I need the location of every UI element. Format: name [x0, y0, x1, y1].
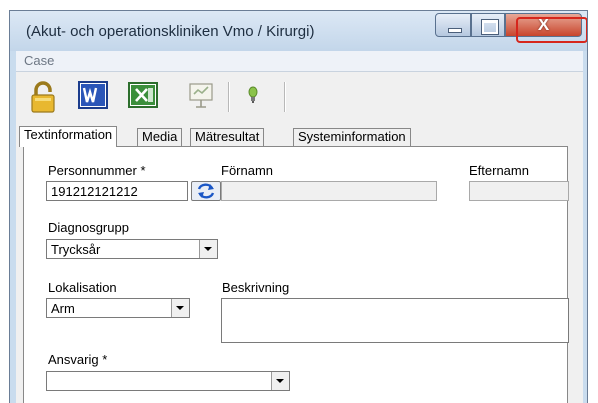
ansvarig-select[interactable]: [46, 371, 290, 391]
efternamn-label: Efternamn: [469, 163, 529, 178]
toolbar-separator: [284, 82, 286, 112]
lokalisation-label: Lokalisation: [48, 280, 117, 295]
tab-matresultat[interactable]: Mätresultat: [190, 128, 265, 146]
presentation-button[interactable]: [186, 80, 216, 112]
diagnosgrupp-select[interactable]: Trycksår: [46, 239, 218, 259]
personnummer-field[interactable]: 191212121212: [46, 181, 188, 201]
maximize-icon: [481, 19, 499, 35]
personnummer-label: Personnummer *: [48, 163, 146, 178]
refresh-icon: [197, 183, 215, 199]
lock-button[interactable]: [28, 80, 58, 113]
tab-media[interactable]: Media: [137, 128, 183, 146]
chevron-down-icon: [204, 247, 212, 251]
lightbulb-button[interactable]: [238, 80, 268, 112]
toolbar-separator: [228, 82, 230, 112]
dropdown-button[interactable]: [171, 299, 189, 317]
minimize-icon: [448, 28, 462, 33]
window-title: (Akut- och operationskliniken Vmo / Kiru…: [26, 23, 315, 40]
tab-strip: Textinformation Media Mätresultat System…: [16, 126, 583, 147]
application-window: (Akut- och operationskliniken Vmo / Kiru…: [9, 10, 588, 403]
chevron-down-icon: [176, 306, 184, 310]
title-bar[interactable]: (Akut- och operationskliniken Vmo / Kiru…: [10, 11, 587, 51]
menu-item-case[interactable]: Case: [24, 53, 54, 68]
client-area: Textinformation Media Mätresultat System…: [16, 72, 583, 403]
excel-button[interactable]: [128, 80, 158, 112]
ansvarig-label: Ansvarig *: [48, 352, 108, 367]
excel-icon: [128, 82, 158, 108]
fornamn-label: Förnamn: [221, 163, 274, 178]
lokalisation-value: Arm: [51, 301, 75, 316]
dropdown-button[interactable]: [271, 372, 289, 390]
maximize-button[interactable]: [471, 13, 505, 37]
diagnosgrupp-value: Trycksår: [51, 242, 101, 257]
fornamn-field[interactable]: [221, 181, 437, 201]
tab-systeminformation[interactable]: Systeminformation: [293, 128, 411, 146]
refresh-button[interactable]: [191, 181, 221, 201]
presentation-icon: [189, 83, 213, 108]
chevron-down-icon: [276, 379, 284, 383]
tab-textinformation[interactable]: Textinformation: [19, 126, 118, 147]
beskrivning-label: Beskrivning: [222, 280, 290, 295]
word-icon: [78, 81, 108, 109]
menu-bar: Case: [16, 51, 583, 72]
efternamn-field[interactable]: [469, 181, 569, 201]
minimize-button[interactable]: [435, 13, 471, 37]
diagnosgrupp-label: Diagnosgrupp: [48, 220, 129, 235]
lokalisation-select[interactable]: Arm: [46, 298, 190, 318]
textinformation-panel: Personnummer * 191212121212 Förnamn Efte…: [23, 146, 569, 403]
beskrivning-field[interactable]: [221, 298, 569, 343]
lock-icon: [31, 81, 55, 113]
dropdown-button[interactable]: [199, 240, 217, 258]
word-button[interactable]: [78, 80, 108, 112]
lightbulb-icon: [248, 86, 258, 103]
close-button-highlight: [516, 17, 587, 43]
